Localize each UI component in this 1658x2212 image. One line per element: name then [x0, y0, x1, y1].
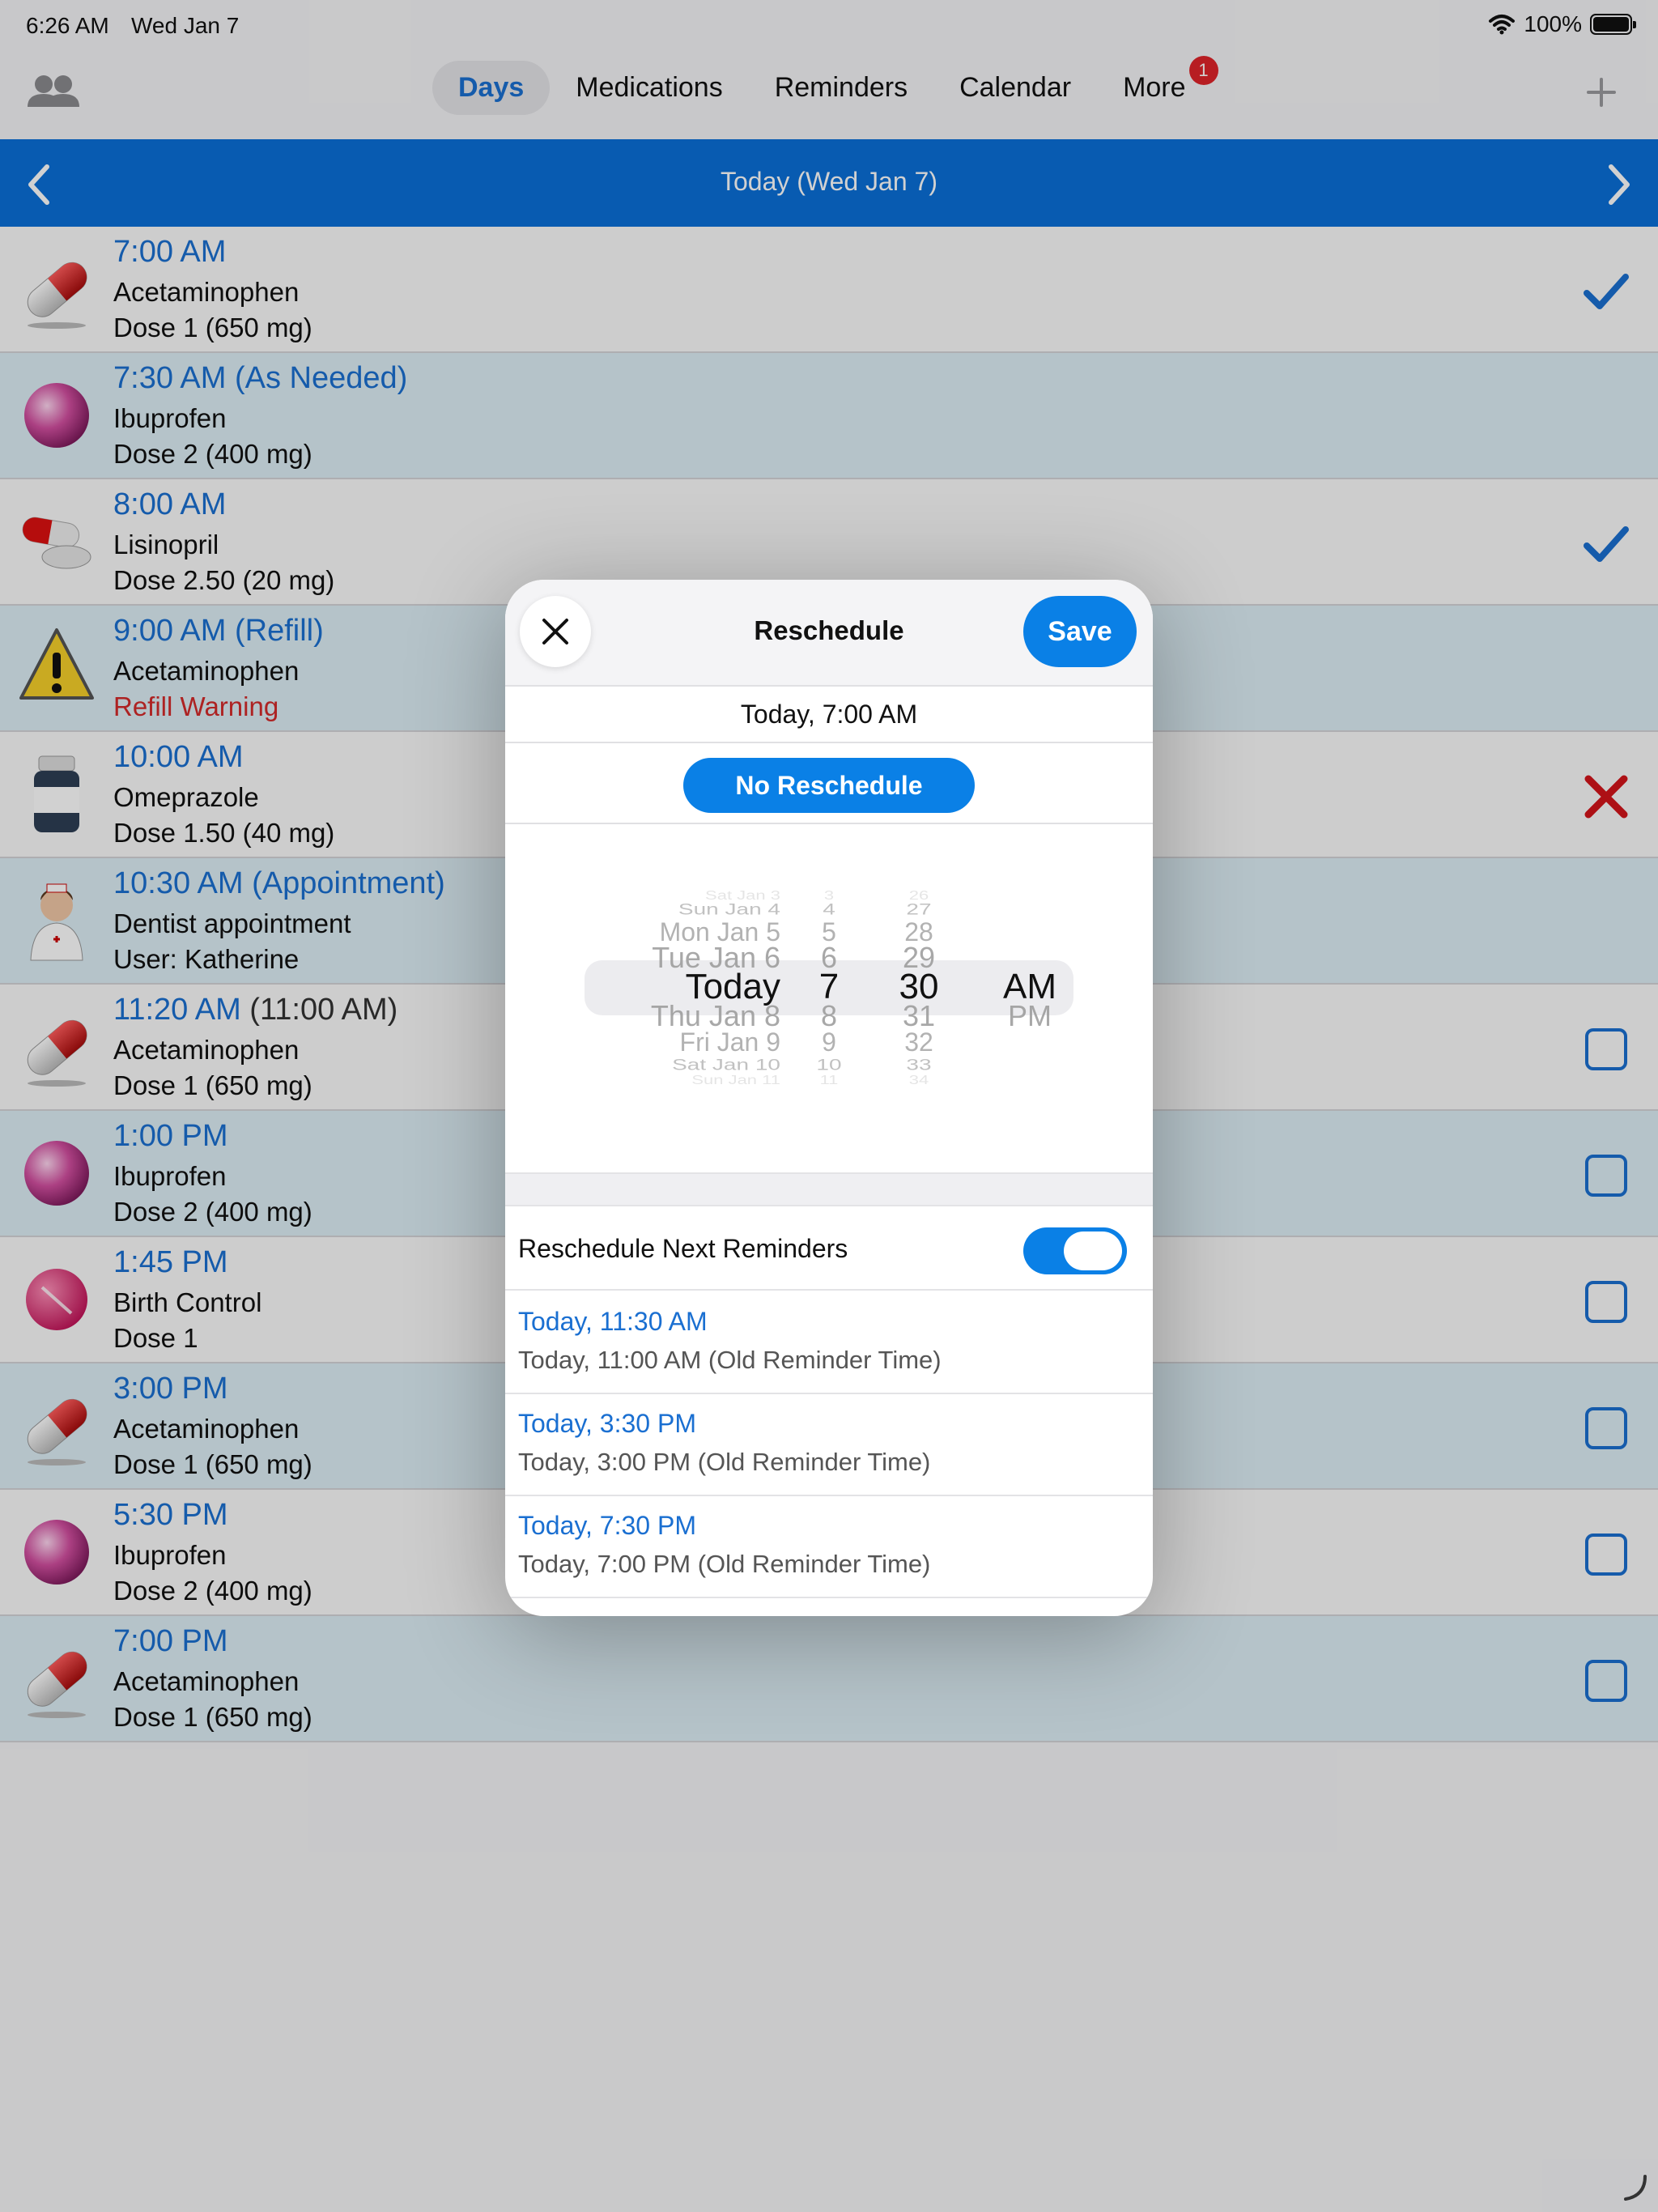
current-time: Today, 7:00 AM	[505, 685, 1153, 743]
section-divider	[505, 1172, 1153, 1206]
reminder-new-time: Today, 3:30 PM	[518, 1409, 696, 1438]
no-reschedule-button[interactable]: No Reschedule	[683, 758, 975, 813]
picker-hour-option: 10	[816, 1055, 842, 1074]
toggle-knob	[1064, 1231, 1122, 1270]
reminder-item: Today, 7:30 PM Today, 7:00 PM (Old Remin…	[505, 1496, 1153, 1598]
picker-minute-option: 33	[906, 1055, 932, 1074]
dialog-header: Reschedule Save	[505, 580, 1153, 685]
reminder-item: Today, 11:30 AM Today, 11:00 AM (Old Rem…	[505, 1292, 1153, 1394]
reschedule-dialog: Reschedule Save Today, 7:00 AM No Resche…	[505, 580, 1153, 1616]
picker-hour-option: 11	[819, 1072, 839, 1087]
picker-minute-option: 34	[908, 1072, 929, 1087]
reminder-item: Today, 3:30 PM Today, 3:00 PM (Old Remin…	[505, 1394, 1153, 1496]
picker-date-option: Sat Jan 10	[672, 1055, 780, 1074]
reminder-old-time: Today, 11:00 AM (Old Reminder Time)	[518, 1346, 942, 1374]
picker-hour-option: 9	[822, 1027, 836, 1057]
picker-minute-column[interactable]: 26 27 28 29 30 31 32 33 34	[882, 826, 955, 1166]
reschedule-next-row: Reschedule Next Reminders	[505, 1206, 1153, 1291]
reminder-new-time: Today, 11:30 AM	[518, 1307, 708, 1336]
reminder-old-time: Today, 7:00 PM (Old Reminder Time)	[518, 1550, 931, 1578]
reschedule-next-toggle[interactable]	[1023, 1227, 1127, 1274]
picker-hour-option: 4	[823, 900, 835, 918]
resize-handle-icon	[1624, 2175, 1647, 2201]
reminder-new-time: Today, 7:30 PM	[518, 1511, 696, 1540]
picker-minute-option: 27	[906, 900, 932, 918]
picker-date-option: Sun Jan 11	[691, 1072, 780, 1087]
picker-date-option: Sun Jan 4	[678, 900, 780, 918]
toggle-label: Reschedule Next Reminders	[518, 1234, 848, 1263]
picker-date-option: Fri Jan 9	[679, 1027, 780, 1057]
picker-ampm-column[interactable]: AM PM	[989, 826, 1070, 1166]
picker-hour-column[interactable]: 3 4 5 6 7 8 9 10 11	[797, 826, 861, 1166]
date-time-picker[interactable]: Sat Jan 3 Sun Jan 4 Mon Jan 5 Tue Jan 6 Toda…	[505, 826, 1153, 1166]
reminder-old-time: Today, 3:00 PM (Old Reminder Time)	[518, 1448, 931, 1476]
picker-date-column[interactable]: Sat Jan 3 Sun Jan 4 Mon Jan 5 Tue Jan 6 Toda…	[578, 826, 780, 1166]
picker-minute-option: 32	[904, 1027, 933, 1057]
no-reschedule-section: No Reschedule	[505, 743, 1153, 824]
save-button[interactable]: Save	[1023, 596, 1137, 667]
picker-ampm-option: PM	[1008, 999, 1052, 1033]
